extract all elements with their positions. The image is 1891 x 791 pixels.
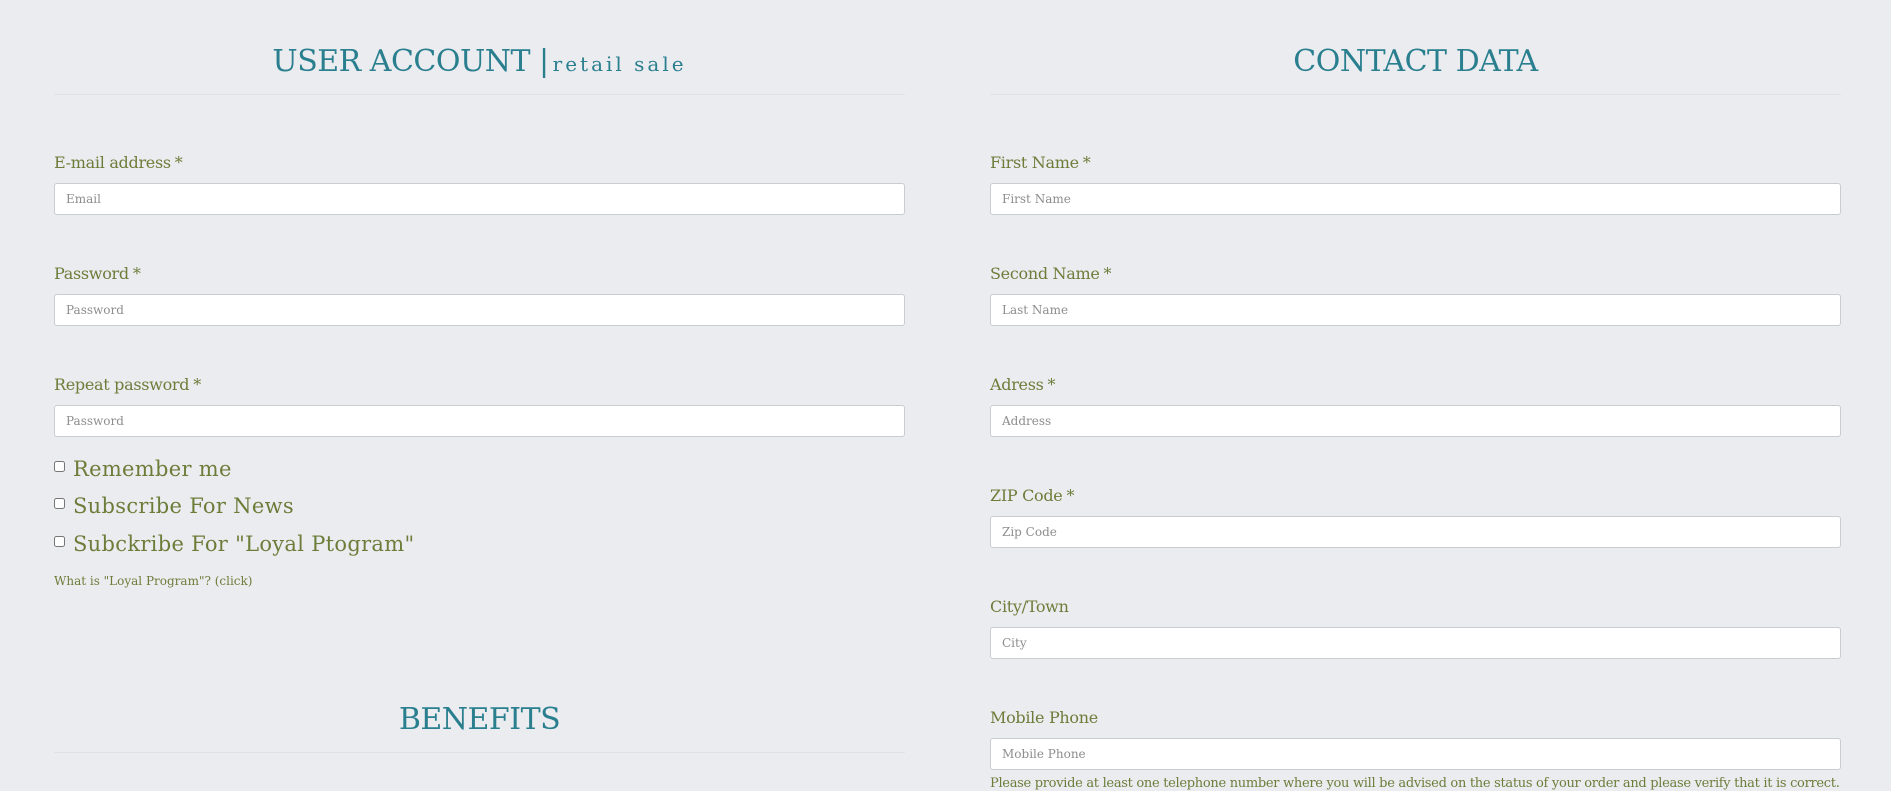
zip-code-label: ZIP Code *: [990, 486, 1074, 505]
address-input[interactable]: [990, 405, 1841, 437]
password-label: Password *: [54, 264, 141, 283]
remember-me-label: Remember me: [73, 457, 232, 481]
password-label-text: Password: [54, 264, 129, 283]
email-label-text: E-mail address: [54, 153, 171, 172]
retail-sale-subtitle: retail sale: [552, 52, 687, 76]
second-name-label-text: Second Name: [990, 264, 1100, 283]
loyal-program-checkbox[interactable]: [54, 536, 65, 547]
section-divider: [54, 752, 905, 753]
last-name-input[interactable]: [990, 294, 1841, 326]
email-input[interactable]: [54, 183, 905, 215]
section-divider: [54, 94, 905, 95]
mobile-phone-label: Mobile Phone: [990, 708, 1098, 727]
repeat-password-label: Repeat password *: [54, 375, 201, 394]
address-label: Adress *: [990, 375, 1056, 394]
loyal-program-option[interactable]: Subckribe For "Loyal Ptogram": [54, 532, 414, 556]
first-name-label: First Name *: [990, 153, 1091, 172]
remember-me-checkbox[interactable]: [54, 461, 65, 472]
required-marker: *: [1103, 264, 1112, 283]
loyal-program-label: Subckribe For "Loyal Ptogram": [73, 532, 415, 556]
section-divider: [990, 94, 1841, 95]
subscribe-news-option[interactable]: Subscribe For News: [54, 494, 294, 518]
repeat-password-label-text: Repeat password: [54, 375, 190, 394]
user-account-title-text: USER ACCOUNT |: [272, 44, 549, 79]
second-name-label: Second Name *: [990, 264, 1112, 283]
required-marker: *: [193, 375, 201, 394]
subscribe-news-checkbox[interactable]: [54, 498, 65, 509]
zip-code-input[interactable]: [990, 516, 1841, 548]
loyal-program-info-link[interactable]: What is "Loyal Program"? (click): [54, 574, 252, 588]
first-name-input[interactable]: [990, 183, 1841, 215]
user-account-title: USER ACCOUNT | retail sale: [54, 44, 905, 79]
subscribe-news-label: Subscribe For News: [73, 494, 294, 518]
benefits-title: BENEFITS: [398, 702, 561, 737]
contact-data-title: CONTACT DATA: [1293, 44, 1538, 79]
required-marker: *: [1047, 375, 1056, 394]
remember-me-option[interactable]: Remember me: [54, 457, 232, 481]
email-label: E-mail address *: [54, 153, 183, 172]
zip-code-label-text: ZIP Code: [990, 486, 1063, 505]
city-label: City/Town: [990, 597, 1069, 616]
mobile-phone-label-text: Mobile Phone: [990, 708, 1098, 727]
address-label-text: Adress: [990, 375, 1044, 394]
required-marker: *: [132, 264, 141, 283]
password-input[interactable]: [54, 294, 905, 326]
first-name-label-text: First Name: [990, 153, 1079, 172]
city-label-text: City/Town: [990, 597, 1069, 616]
phone-note: Please provide at least one telephone nu…: [990, 776, 1840, 791]
required-marker: *: [1082, 153, 1091, 172]
repeat-password-input[interactable]: [54, 405, 905, 437]
city-input[interactable]: [990, 627, 1841, 659]
required-marker: *: [174, 153, 183, 172]
mobile-phone-input[interactable]: [990, 738, 1841, 770]
required-marker: *: [1066, 486, 1075, 505]
